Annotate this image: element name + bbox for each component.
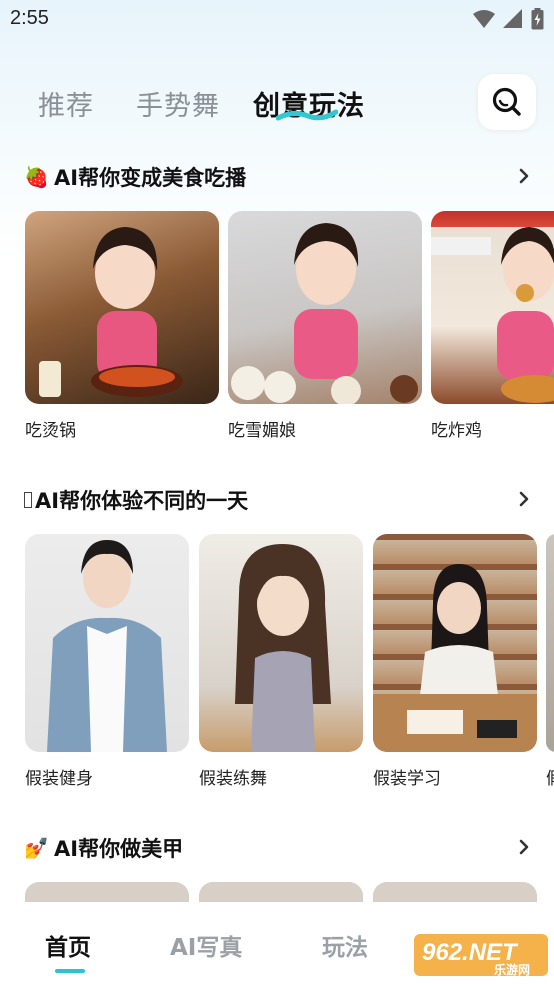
nav-active-indicator bbox=[55, 969, 85, 973]
svg-text:962.NET: 962.NET bbox=[422, 939, 519, 966]
card-image bbox=[199, 534, 363, 752]
section-day-title: AI帮你体验不同的一天 bbox=[24, 485, 248, 515]
card-snow-mochi[interactable]: 吃雪媚娘 bbox=[228, 211, 422, 441]
person-illustration bbox=[231, 223, 418, 404]
card-hotpot[interactable]: 吃烫锅 bbox=[25, 211, 219, 441]
card-fake-dance[interactable]: 假装练舞 bbox=[199, 534, 363, 794]
card-image bbox=[25, 211, 219, 404]
card-image bbox=[546, 534, 554, 752]
person-illustration bbox=[373, 564, 537, 752]
person-illustration bbox=[431, 227, 554, 403]
card-image bbox=[373, 534, 537, 752]
missing-glyph-icon bbox=[24, 492, 32, 508]
nav-home[interactable]: 首页 bbox=[45, 928, 91, 962]
watermark-logo: 962.NET 乐游网 bbox=[414, 934, 548, 977]
strawberry-icon: 🍓 bbox=[24, 165, 49, 189]
section-nails-title: 💅 AI帮你做美甲 bbox=[24, 836, 184, 861]
tab-recommend[interactable]: 推荐 bbox=[38, 84, 94, 123]
chevron-right-icon[interactable] bbox=[514, 835, 534, 859]
status-bar: 2:55 bbox=[0, 0, 554, 38]
card-partial[interactable]: 假 bbox=[546, 534, 554, 794]
status-time: 2:55 bbox=[10, 7, 49, 29]
wifi-icon bbox=[473, 10, 495, 28]
card-fried-chicken[interactable]: 吃炸鸡 bbox=[431, 211, 554, 441]
battery-icon bbox=[531, 8, 544, 30]
nail-polish-icon: 💅 bbox=[24, 836, 49, 860]
card-label: 假装练舞 bbox=[199, 769, 267, 789]
card-label: 假装健身 bbox=[25, 769, 93, 789]
active-tab-underline bbox=[276, 109, 338, 121]
section-day-header[interactable]: AI帮你体验不同的一天 bbox=[24, 483, 534, 519]
person-illustration bbox=[235, 544, 331, 752]
card-label: 假 bbox=[546, 764, 554, 789]
card-image bbox=[25, 534, 189, 752]
site-watermark: 962.NET 乐游网 bbox=[414, 930, 548, 980]
nav-play[interactable]: 玩法 bbox=[322, 928, 368, 962]
signal-icon bbox=[503, 9, 522, 28]
section-nails-header[interactable]: 💅 AI帮你做美甲 bbox=[24, 831, 534, 867]
section-food-header[interactable]: 🍓 AI帮你变成美食吃播 bbox=[24, 160, 534, 196]
card-label: 假装学习 bbox=[373, 769, 441, 789]
search-button[interactable] bbox=[478, 74, 536, 130]
search-icon bbox=[492, 87, 521, 116]
svg-text:乐游网: 乐游网 bbox=[494, 962, 530, 977]
top-tabs: 推荐 手势舞 创意玩法 bbox=[0, 70, 554, 134]
nav-ai-photo[interactable]: AI写真 bbox=[170, 928, 242, 962]
status-icons bbox=[473, 8, 544, 30]
card-image bbox=[228, 211, 422, 404]
card-fake-study[interactable]: 假装学习 bbox=[373, 534, 537, 794]
section-food-title: 🍓 AI帮你变成美食吃播 bbox=[24, 165, 247, 190]
card-label: 吃炸鸡 bbox=[431, 421, 482, 441]
chevron-right-icon[interactable] bbox=[514, 164, 534, 188]
card-label: 吃雪媚娘 bbox=[228, 421, 296, 441]
card-label: 吃烫锅 bbox=[25, 421, 76, 441]
card-image bbox=[431, 211, 554, 404]
chevron-right-icon[interactable] bbox=[514, 487, 534, 511]
person-illustration bbox=[39, 227, 183, 397]
tab-gesture-dance[interactable]: 手势舞 bbox=[136, 84, 220, 123]
person-illustration bbox=[47, 540, 167, 752]
card-fake-gym[interactable]: 假装健身 bbox=[25, 534, 189, 794]
